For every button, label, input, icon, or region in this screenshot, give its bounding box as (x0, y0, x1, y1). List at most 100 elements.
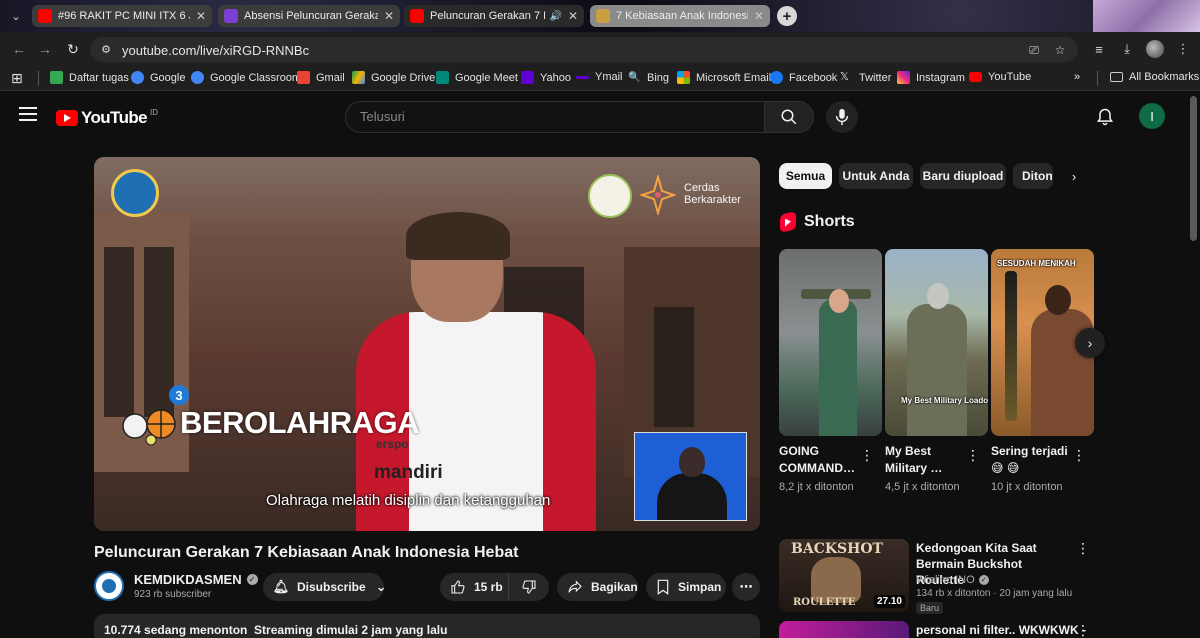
notifications-bell-icon[interactable] (1095, 107, 1115, 127)
browser-tab[interactable]: 7 Kebiasaan Anak Indonesia Hebat ✕ (590, 5, 770, 27)
subscribed-button[interactable]: 🔔︎ Disubscribe ⌄ (263, 573, 387, 601)
search-button[interactable] (764, 101, 814, 133)
short-title[interactable]: GOING COMMAND… (779, 443, 861, 477)
scrollbar-thumb[interactable] (1190, 96, 1197, 241)
browser-tab[interactable]: Absensi Peluncuran Gerakan 7 Kebiasaan ✕ (218, 5, 400, 27)
bookmark-yahoo[interactable]: Yahoo (521, 71, 571, 84)
like-button[interactable]: 15 rb (440, 573, 509, 601)
hamburger-menu-icon[interactable] (19, 107, 37, 121)
search-box[interactable] (345, 101, 765, 133)
short-thumbnail[interactable]: My Best Military Loadout (885, 249, 988, 436)
shorts-next-chevron-icon[interactable]: › (1075, 328, 1105, 358)
bookmark-star-icon[interactable]: ☆ (1052, 43, 1068, 57)
video-thumbnail[interactable]: BACKSHOT ROULETTE 27.10 (779, 539, 909, 612)
voice-search-button[interactable] (826, 101, 858, 133)
bookmark-daftar-tugas[interactable]: Daftar tugas (50, 71, 129, 84)
new-tab-icon[interactable]: + (777, 6, 797, 26)
short-views: 4,5 jt x ditonton (885, 481, 960, 493)
shorts-section-heading: Shorts (780, 211, 855, 233)
close-tab-icon[interactable]: ✕ (384, 9, 394, 23)
tab-search-icon[interactable]: ⌄ (6, 6, 26, 26)
browser-tab-active[interactable]: Peluncuran Gerakan 7 Kebi 🔊 ✕ (404, 5, 584, 27)
google-icon (131, 71, 144, 84)
gmail-icon (297, 71, 310, 84)
ornament-sword (1005, 271, 1017, 421)
short-caption: SESUDAH MENIKAH (997, 259, 1076, 268)
meet-icon (436, 71, 449, 84)
all-bookmarks-button[interactable]: All Bookmarks (1110, 71, 1199, 83)
video-title-link[interactable]: personal ni filter.. WKWKWK - (916, 623, 1086, 637)
short-thumbnail[interactable] (779, 249, 882, 436)
close-tab-icon[interactable]: ✕ (196, 9, 206, 23)
x-logo-icon: 𝕏 (840, 71, 849, 83)
bookmark-bing[interactable]: 🔍 Bing (628, 71, 669, 84)
more-vertical-icon[interactable]: ⋮ (1076, 540, 1090, 556)
more-vertical-icon[interactable]: ⋮ (1072, 447, 1086, 463)
audio-playing-icon[interactable]: 🔊 (549, 11, 561, 22)
bookmark-instagram[interactable]: Instagram (897, 71, 965, 84)
youtube-logo[interactable]: YouTube ID (56, 108, 158, 128)
browser-profile-icon[interactable] (1146, 40, 1164, 58)
youtube-play-icon (56, 110, 78, 126)
bookmarks-overflow-button[interactable]: » (1074, 71, 1080, 83)
interpreter-body (657, 473, 727, 520)
save-label: Simpan (678, 580, 722, 594)
bookmark-google[interactable]: Google (131, 71, 185, 84)
share-button[interactable]: Bagikan (557, 573, 638, 601)
bookmark-google-drive[interactable]: Google Drive (352, 71, 435, 84)
back-arrow-icon[interactable]: ← (10, 40, 28, 58)
more-vertical-icon[interactable]: ⋮ (966, 447, 980, 463)
url-text[interactable]: youtube.com/live/xiRGD-RNNBc (122, 43, 309, 58)
bookmark-label: Bing (647, 71, 670, 84)
chevron-right-icon[interactable]: › (1066, 168, 1082, 184)
search-input[interactable] (360, 109, 750, 124)
media-control-icon[interactable]: ≡ (1090, 40, 1108, 58)
video-thumbnail[interactable] (779, 621, 909, 638)
like-count: 15 rb (474, 580, 503, 594)
youtube-wordmark: YouTube (81, 108, 148, 127)
recommendation-channel[interactable]: Wielino INO ✓ (916, 574, 989, 586)
cast-icon[interactable]: ⎚ (1026, 43, 1042, 57)
bookmark-google-meet[interactable]: Google Meet (436, 71, 518, 84)
bookmark-separator (38, 71, 39, 86)
close-tab-icon[interactable]: ✕ (754, 9, 764, 23)
bookmark-ymail[interactable]: Ymail (576, 71, 623, 83)
person-head (1045, 285, 1071, 315)
bookmark-microsoft-email[interactable]: Microsoft Email (677, 71, 771, 84)
account-avatar[interactable]: I (1139, 103, 1165, 129)
menu-dots-icon[interactable]: ⋮ (1174, 40, 1192, 58)
short-title[interactable]: My Best Military … (885, 443, 967, 477)
bookmark-google-classroom[interactable]: Google Classroom (191, 71, 301, 84)
bookmark-gmail[interactable]: Gmail (297, 71, 345, 84)
forward-arrow-icon[interactable]: → (36, 40, 54, 58)
bookmark-label: Instagram (916, 71, 965, 84)
bookmark-youtube[interactable]: YouTube (969, 71, 1031, 83)
chip-ditonton[interactable]: Ditonton (1013, 163, 1053, 189)
video-player[interactable]: erspo mandiri Cerdas Berkarakter 3 BEROL… (94, 157, 760, 531)
save-button[interactable]: Simpan (646, 573, 726, 601)
reload-icon[interactable]: ↻ (64, 40, 82, 58)
bookmark-label: Google Meet (455, 71, 518, 84)
bookmark-facebook[interactable]: Facebook (770, 71, 837, 84)
close-tab-icon[interactable]: ✕ (568, 9, 578, 23)
more-vertical-icon[interactable]: ⋮ (1076, 622, 1090, 638)
apps-grid-icon[interactable]: ⊞ (11, 70, 23, 87)
more-actions-button[interactable]: ⋯ (732, 573, 760, 601)
bookmark-twitter[interactable]: 𝕏 Twitter (840, 71, 891, 84)
channel-avatar[interactable] (94, 571, 124, 601)
chip-untuk-anda[interactable]: Untuk Anda (839, 163, 913, 189)
short-title[interactable]: Sering terjadi 😅 😅 (991, 443, 1073, 477)
address-bar[interactable]: ⚙ youtube.com/live/xiRGD-RNNBc ⎚ ☆ (90, 37, 1078, 62)
browser-tab[interactable]: #96 RAKIT PC MINI ITX 6 JUTAAN ✕ (32, 5, 212, 27)
more-vertical-icon[interactable]: ⋮ (860, 447, 874, 463)
thumbs-up-icon (451, 580, 465, 594)
chip-baru-diupload[interactable]: Baru diupload (920, 163, 1006, 189)
chip-semua[interactable]: Semua (779, 163, 832, 189)
description-box[interactable]: 10.774 sedang menonton Streaming dimulai… (94, 614, 760, 638)
dislike-button[interactable] (509, 573, 549, 601)
window-controls-area[interactable] (1093, 0, 1200, 32)
channel-name-link[interactable]: KEMDIKDASMEN ✓ (134, 572, 258, 587)
download-icon[interactable]: ⤓ (1118, 40, 1136, 58)
youtube-icon (969, 72, 982, 82)
site-info-icon[interactable]: ⚙ (98, 42, 114, 57)
